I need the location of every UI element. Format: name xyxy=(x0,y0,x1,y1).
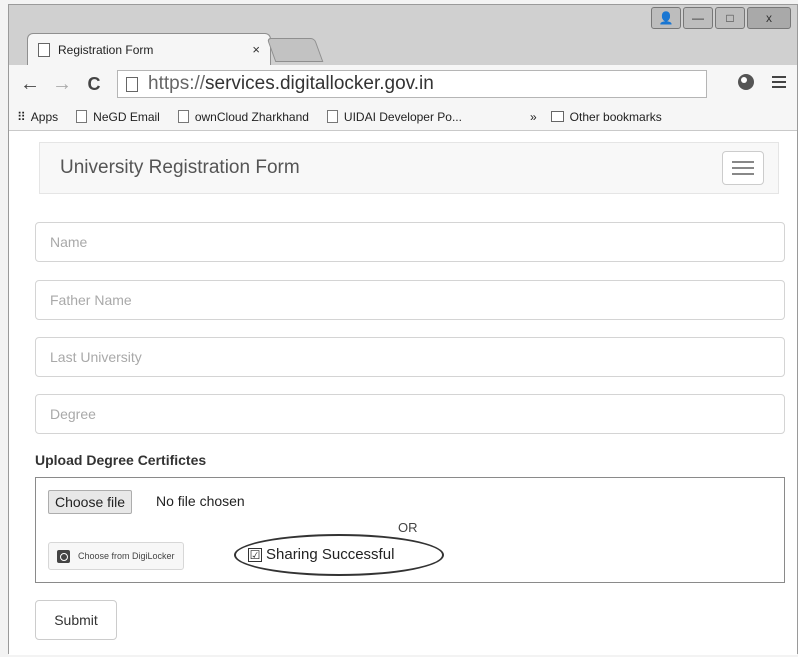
bookmark-uidai[interactable]: UIDAI Developer Po... xyxy=(326,109,462,124)
browser-toolbar: ← → C https:// services.digitallocker.go… xyxy=(9,65,797,103)
bookmark-label: NeGD Email xyxy=(93,109,160,124)
sharing-status-text: Sharing Successful xyxy=(266,546,395,563)
new-tab-button[interactable] xyxy=(266,38,324,62)
file-status-text: No file chosen xyxy=(156,493,245,509)
hamburger-bar xyxy=(732,173,754,175)
tab-strip: Registration Form × 👤 — □ x xyxy=(9,5,797,65)
tab-close-icon[interactable]: × xyxy=(252,42,260,57)
degree-input[interactable] xyxy=(35,394,785,434)
checkbox-checked-icon[interactable]: ☑ xyxy=(248,547,262,562)
bookmarks-bar: ⠿ Apps NeGD Email ownCloud Zharkhand UID… xyxy=(9,103,797,131)
apps-grid-icon: ⠿ xyxy=(17,109,26,124)
minimize-button[interactable]: — xyxy=(683,7,713,29)
upload-certificates-label: Upload Degree Certifictes xyxy=(35,452,207,468)
tab-registration-form[interactable]: Registration Form × xyxy=(27,33,271,65)
url-scheme: https:// xyxy=(148,73,206,94)
bookmark-negd-email[interactable]: NeGD Email xyxy=(76,110,160,124)
name-input[interactable] xyxy=(35,222,785,262)
bookmark-owncloud[interactable]: ownCloud Zharkhand xyxy=(177,109,309,124)
page-icon xyxy=(38,42,50,57)
other-bookmarks-label: Other bookmarks xyxy=(569,109,662,124)
sharing-status: ☑ Sharing Successful xyxy=(248,546,394,563)
page-icon xyxy=(76,110,88,123)
or-separator: OR xyxy=(398,520,418,535)
choose-from-digilocker-button[interactable]: Choose from DigiLocker xyxy=(48,542,184,570)
maximize-button[interactable]: □ xyxy=(715,7,745,29)
page-content: University Registration Form Upload Degr… xyxy=(9,132,797,655)
folder-icon xyxy=(550,111,564,122)
bookmark-label: ownCloud Zharkhand xyxy=(194,109,309,124)
other-bookmarks[interactable]: Other bookmarks xyxy=(550,109,662,124)
window-controls: 👤 — □ x xyxy=(651,7,791,29)
menu-icon[interactable] xyxy=(771,74,787,95)
last-university-input[interactable] xyxy=(35,337,785,377)
url-host: services.digitallocker.gov.in xyxy=(205,73,434,94)
globe-icon[interactable] xyxy=(737,73,755,96)
upload-box: Choose file No file chosen OR Choose fro… xyxy=(35,477,785,583)
digilocker-icon xyxy=(57,549,70,563)
user-icon[interactable]: 👤 xyxy=(651,7,681,29)
forward-arrow-icon[interactable]: → xyxy=(51,73,73,96)
hamburger-bar xyxy=(732,161,754,163)
bookmarks-overflow-chevron[interactable]: » xyxy=(530,110,537,124)
choose-file-button[interactable]: Choose file xyxy=(48,490,133,514)
hamburger-menu-button[interactable] xyxy=(722,151,764,185)
bookmark-apps[interactable]: ⠿ Apps xyxy=(17,110,58,124)
page-icon xyxy=(126,76,138,92)
bookmark-label: Apps xyxy=(30,109,59,124)
bookmark-label: UIDAI Developer Po... xyxy=(343,109,462,124)
father-name-input[interactable] xyxy=(35,280,785,320)
uidai-icon xyxy=(326,110,338,123)
site-brand[interactable]: University Registration Form xyxy=(60,157,300,179)
tab-title: Registration Form xyxy=(58,42,154,57)
browser-window: Registration Form × 👤 — □ x ← → C https:… xyxy=(8,4,798,655)
site-navbar: University Registration Form xyxy=(39,142,779,194)
back-arrow-icon[interactable]: ← xyxy=(19,73,41,96)
cloud-page-icon xyxy=(177,110,189,123)
address-bar[interactable]: https:// services.digitallocker.gov.in xyxy=(117,70,707,98)
digilocker-button-label: Choose from DigiLocker xyxy=(78,551,175,561)
close-window-button[interactable]: x xyxy=(747,7,791,29)
hamburger-bar xyxy=(732,167,754,169)
reload-icon[interactable]: C xyxy=(83,74,105,95)
submit-button[interactable]: Submit xyxy=(35,600,117,640)
